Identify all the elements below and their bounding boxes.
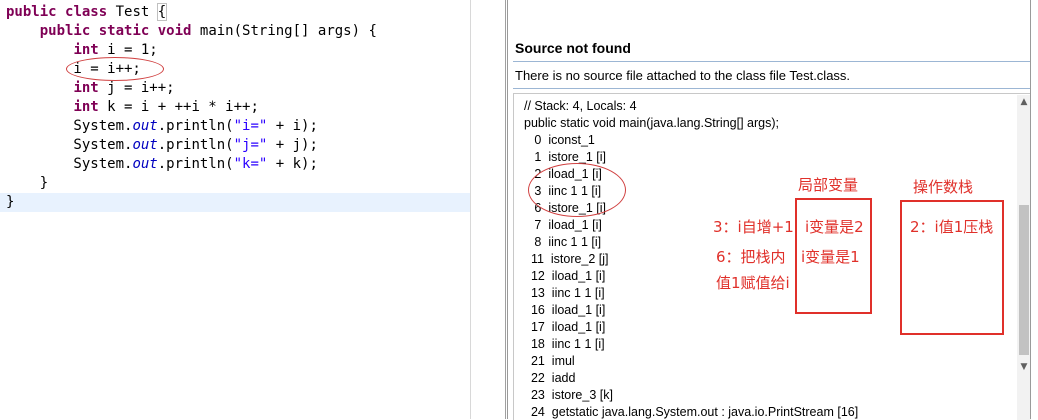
local-variables-label: 局部变量: [798, 176, 859, 194]
local-variables-box: i变量是2 i变量是1: [795, 198, 872, 314]
keyword: public: [39, 23, 91, 39]
code-token: k = i + ++i * i++;: [98, 99, 259, 115]
bytecode-line: public static void main(java.lang.String…: [524, 116, 779, 130]
editor-divider[interactable]: [470, 0, 507, 419]
code-token: .println(: [157, 156, 234, 172]
annotation-step3: 3：i自增+1: [713, 218, 794, 236]
keyword: void: [157, 23, 192, 39]
code-token: }: [6, 194, 15, 210]
code-token: .println(: [157, 118, 234, 134]
static-field: out: [132, 156, 158, 172]
annotation-step6-line2: 值1赋值给i: [716, 274, 790, 292]
code-line-current[interactable]: }: [0, 193, 470, 212]
code-line[interactable]: int j = i++;: [6, 79, 175, 98]
message-separator: [513, 88, 1030, 89]
keyword: public: [6, 4, 57, 20]
bytecode-line: // Stack: 4, Locals: 4: [524, 99, 637, 113]
keyword: int: [73, 42, 99, 58]
code-token: i = 1;: [98, 42, 158, 58]
string-literal: "j=": [233, 137, 268, 153]
scroll-up-arrow-icon[interactable]: ▲: [1017, 95, 1031, 109]
operand-stack-box: 2：i值1压栈: [900, 200, 1004, 335]
highlight-ellipse-code: [66, 57, 164, 81]
keyword: int: [73, 99, 99, 115]
code-token: }: [6, 175, 49, 191]
code-token: .println(: [157, 137, 234, 153]
code-line[interactable]: }: [6, 174, 48, 193]
static-field: out: [132, 137, 158, 153]
bytecode-line: 12 iload_1 [i]: [524, 269, 606, 283]
title-separator: [513, 61, 1030, 62]
code-line[interactable]: System.out.println("i=" + i);: [6, 117, 318, 136]
vertical-scrollbar[interactable]: ▲ ▼: [1017, 95, 1031, 420]
code-line[interactable]: public class Test {: [6, 3, 168, 22]
code-token: main(String[] args) {: [191, 23, 377, 39]
keyword: class: [65, 4, 108, 20]
keyword: static: [98, 23, 150, 39]
code-token: j = i++;: [98, 80, 175, 96]
bytecode-line: 24 getstatic java.lang.System.out : java…: [524, 405, 859, 419]
bytecode-line: 13 iinc 1 1 [i]: [524, 286, 605, 300]
bytecode-line: 8 iinc 1 1 [i]: [524, 235, 602, 249]
code-token: System.: [6, 118, 133, 134]
code-token: Test: [107, 4, 158, 20]
code-line[interactable]: System.out.println("j=" + j);: [6, 136, 318, 155]
code-line[interactable]: int k = i + ++i * i++;: [6, 98, 259, 117]
keyword: int: [73, 80, 99, 96]
code-token: System.: [6, 137, 133, 153]
highlight-ellipse-bytecode: [528, 163, 626, 217]
bytecode-line: 11 istore_2 [j]: [524, 252, 609, 266]
string-literal: "i=": [233, 118, 268, 134]
annotation-step6-line1: 6：把栈内: [716, 248, 786, 266]
code-line[interactable]: System.out.println("k=" + k);: [6, 155, 318, 174]
bytecode-line: 22 iadd: [524, 371, 576, 385]
operand-stack-label: 操作数栈: [913, 178, 974, 196]
source-not-found-title: Source not found: [515, 40, 631, 56]
code-token: + i);: [267, 118, 318, 134]
code-token: + k);: [267, 156, 318, 172]
operand-stack-value: 2：i值1压栈: [910, 218, 994, 236]
bytecode-line: 0 iconst_1: [524, 133, 595, 147]
code-token: + j);: [267, 137, 318, 153]
local-var-i-1: i变量是1: [801, 248, 860, 266]
bytecode-line: 7 iload_1 [i]: [524, 218, 602, 232]
code-token: System.: [6, 156, 133, 172]
scroll-down-arrow-icon[interactable]: ▼: [1017, 360, 1031, 374]
code-line[interactable]: public static void main(String[] args) {: [6, 22, 377, 41]
matching-bracket: {: [156, 3, 168, 21]
bytecode-line: 16 iload_1 [i]: [524, 303, 606, 317]
bytecode-line: 18 iinc 1 1 [i]: [524, 337, 605, 351]
local-var-i-2: i变量是2: [805, 218, 864, 236]
source-not-found-message: There is no source file attached to the …: [515, 68, 851, 83]
string-literal: "k=": [233, 156, 268, 172]
static-field: out: [132, 118, 158, 134]
bytecode-line: 23 istore_3 [k]: [524, 388, 613, 402]
scroll-thumb[interactable]: [1019, 205, 1029, 355]
bytecode-line: 17 iload_1 [i]: [524, 320, 606, 334]
bytecode-line: 21 imul: [524, 354, 575, 368]
